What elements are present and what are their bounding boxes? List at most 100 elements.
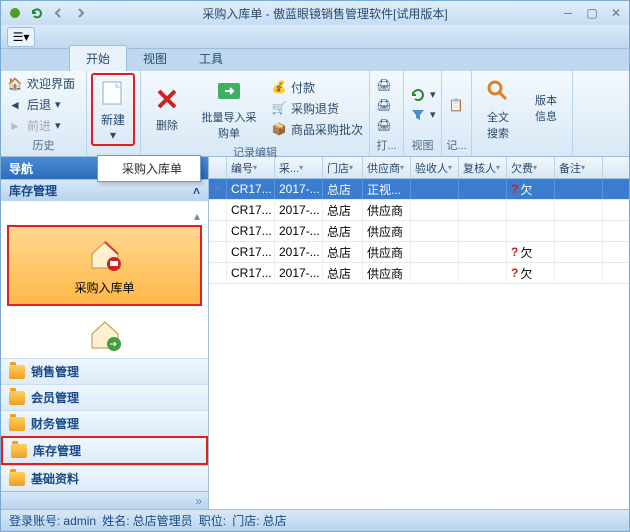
cell: ?欠 (507, 242, 555, 262)
grid-body: >CR17...2017-...总店正视...?欠CR17...2017-...… (209, 179, 629, 284)
cell: CR17... (227, 221, 275, 241)
statusbar: 登录账号: admin 姓名: 总店管理员 职位: 门店: 总店 (1, 509, 629, 531)
house-cart-icon (85, 235, 125, 275)
printer2-icon: 🖨 (376, 97, 392, 113)
house-return-icon (11, 316, 198, 357)
cell: 供应商 (363, 263, 411, 283)
table-row[interactable]: CR17...2017-...总店供应商 (209, 221, 629, 242)
sidebar-footer-chevron[interactable]: » (1, 491, 208, 509)
import-icon (213, 75, 245, 107)
row-handle: > (209, 179, 227, 199)
cell: CR17... (227, 263, 275, 283)
new-button[interactable]: 新建▾ (91, 73, 135, 146)
sidebar-nav-member[interactable]: 会员管理 (1, 384, 208, 410)
content: 导航« 库存管理˄ ▴ 采购入库单 ▾ 销售管理 会员管理 财务管理 库存管理 … (1, 157, 629, 509)
welcome-button[interactable]: 🏠欢迎界面 (5, 74, 77, 93)
cell (411, 263, 459, 283)
app-menu-button[interactable] (5, 3, 25, 23)
owe-icon: ? (511, 245, 518, 259)
print-button[interactable]: 🖨 (374, 76, 394, 94)
back-arrow-icon: ◄ (7, 97, 23, 113)
owe-icon: ? (511, 266, 518, 280)
cell (411, 200, 459, 220)
refresh2-icon (410, 87, 426, 103)
ribbon: 🏠欢迎界面 ◄后退 ▾ ►前进 ▾ 历史 新建▾ 删除 (1, 71, 629, 157)
print-setup-button[interactable]: 🖨 (374, 116, 394, 134)
cell: 2017-... (275, 263, 323, 283)
close-button[interactable]: ✕ (607, 6, 625, 20)
col-3[interactable]: 供应商 ▾ (363, 157, 411, 178)
minimize-button[interactable]: ─ (559, 6, 577, 20)
fulltext-search-button[interactable]: 全文搜索 (476, 73, 520, 143)
refresh-icon[interactable] (27, 3, 47, 23)
cell (459, 179, 507, 199)
folder-icon (9, 417, 25, 431)
cell: 2017-... (275, 221, 323, 241)
group-history: 历史 (5, 136, 82, 154)
folder-icon (11, 444, 27, 458)
sidebar-nav-finance[interactable]: 财务管理 (1, 410, 208, 436)
log-button[interactable]: 📋 (446, 96, 466, 114)
ribbon-tabs: 开始 视图 工具 (1, 49, 629, 71)
cell (555, 242, 603, 262)
table-row[interactable]: CR17...2017-...总店供应商?欠 (209, 263, 629, 284)
table-row[interactable]: CR17...2017-...总店供应商?欠 (209, 242, 629, 263)
cell (459, 263, 507, 283)
refresh-button[interactable]: ▾ (408, 86, 438, 104)
sidebar-item-purchase-in[interactable]: 采购入库单 (7, 225, 202, 306)
row-handle (209, 200, 227, 220)
sidebar-item-label: 采购入库单 (17, 279, 192, 296)
qb-list-icon[interactable]: ☰▾ (7, 27, 35, 47)
cell (459, 200, 507, 220)
cell (459, 221, 507, 241)
group-print: 打... (374, 136, 399, 154)
cell (459, 242, 507, 262)
sidebar-nav: 销售管理 会员管理 财务管理 库存管理 基础资料 (1, 358, 208, 491)
sidebar-nav-inventory[interactable]: 库存管理 (1, 436, 208, 465)
batch-icon: 📦 (271, 121, 287, 137)
delete-button[interactable]: 删除 (145, 81, 189, 135)
purchase-batch-button[interactable]: 📦商品采购批次 (269, 120, 365, 139)
tab-view[interactable]: 视图 (127, 46, 183, 71)
sidebar-section-inventory[interactable]: 库存管理˄ (1, 179, 208, 201)
col-6[interactable]: 欠费 ▾ (507, 157, 555, 178)
tab-start[interactable]: 开始 (69, 45, 127, 71)
maximize-button[interactable]: ▢ (583, 6, 601, 20)
cell: 供应商 (363, 200, 411, 220)
sidebar-nav-basic[interactable]: 基础资料 (1, 465, 208, 491)
back-button[interactable]: ◄后退 ▾ (5, 95, 77, 114)
col-4[interactable]: 验收人 ▾ (411, 157, 459, 178)
dropdown-item-purchase-in[interactable]: 采购入库单 (98, 156, 200, 181)
filter-button[interactable]: ▾ (408, 106, 438, 124)
batch-import-button[interactable]: 批量导入采购单 (193, 73, 265, 143)
cell (555, 179, 603, 199)
delete-x-icon (151, 83, 183, 115)
col-7[interactable]: 备注 ▾ (555, 157, 603, 178)
scroll-up-icon[interactable]: ▴ (7, 207, 202, 225)
group-view: 视图 (408, 136, 437, 154)
cell (555, 221, 603, 241)
folder-icon (9, 391, 25, 405)
cart-return-icon: 🛒 (271, 100, 287, 116)
sidebar-nav-sales[interactable]: 销售管理 (1, 358, 208, 384)
cell: 总店 (323, 242, 363, 262)
sidebar-item-next[interactable] (7, 312, 202, 358)
table-row[interactable]: >CR17...2017-...总店正视...?欠 (209, 179, 629, 200)
tab-tools[interactable]: 工具 (183, 46, 239, 71)
cell: 2017-... (275, 200, 323, 220)
app-window: 采购入库单 - 傲蓝眼镜销售管理软件[试用版本] ─ ▢ ✕ ☰▾ 开始 视图 … (0, 0, 630, 532)
forward-button[interactable]: ►前进 ▾ (5, 116, 77, 135)
print-preview-button[interactable]: 🖨 (374, 96, 394, 114)
back-icon[interactable] (49, 3, 69, 23)
pay-button[interactable]: 💰付款 (269, 78, 365, 97)
purchase-return-button[interactable]: 🛒采购退货 (269, 99, 365, 118)
row-handle (209, 242, 227, 262)
version-info-button[interactable]: 版本信息 (524, 90, 568, 126)
row-handle (209, 263, 227, 283)
table-row[interactable]: CR17...2017-...总店供应商 (209, 200, 629, 221)
home-icon: 🏠 (7, 76, 23, 92)
sidebar: 导航« 库存管理˄ ▴ 采购入库单 ▾ 销售管理 会员管理 财务管理 库存管理 … (1, 157, 209, 509)
cell: CR17... (227, 242, 275, 262)
forward-icon[interactable] (71, 3, 91, 23)
col-5[interactable]: 复核人 ▾ (459, 157, 507, 178)
